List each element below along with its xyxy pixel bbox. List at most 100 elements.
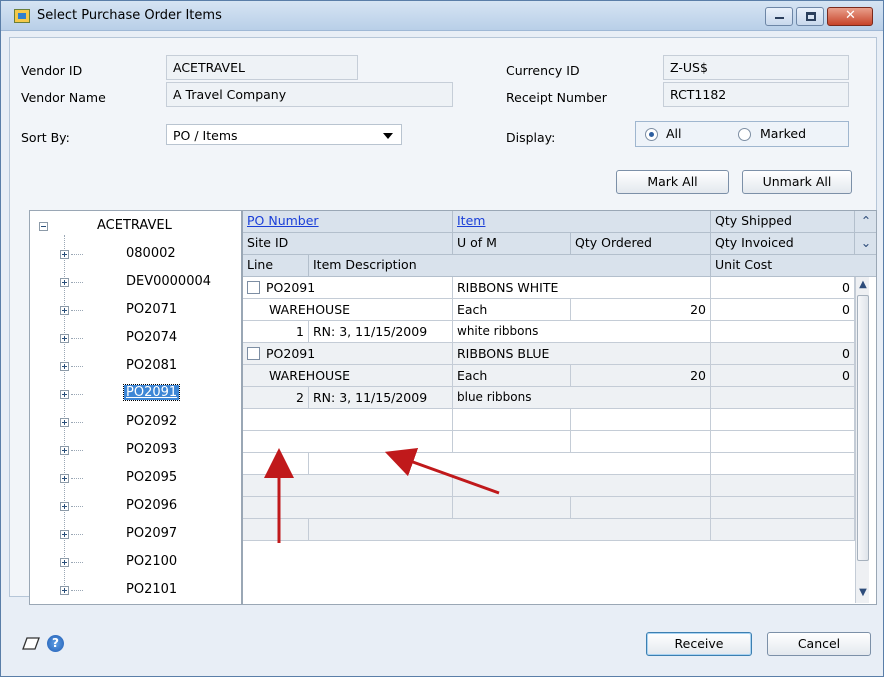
- expand-rows-icon[interactable]: ⌄: [855, 233, 876, 255]
- mark-checkbox[interactable]: [247, 281, 260, 294]
- empty-cell: [711, 475, 855, 497]
- qty-ordered-cell: 20: [571, 299, 711, 321]
- display-marked-radio[interactable]: [738, 128, 751, 141]
- expand-icon[interactable]: [60, 418, 69, 427]
- expand-icon[interactable]: [60, 586, 69, 595]
- help-icon[interactable]: ?: [47, 635, 64, 652]
- tree-connector: [71, 450, 83, 451]
- minimize-icon: [775, 17, 784, 19]
- empty-cell: [711, 519, 855, 541]
- tree-item[interactable]: PO2074: [126, 330, 177, 345]
- maximize-button[interactable]: [796, 7, 824, 26]
- mark-all-button[interactable]: Mark All: [616, 170, 729, 194]
- tree-root[interactable]: ACETRAVEL: [97, 218, 172, 233]
- po-tree: ACETRAVEL 080002 DEV0000004 PO2071 PO207…: [29, 210, 242, 605]
- unmark-all-button[interactable]: Unmark All: [742, 170, 852, 194]
- receipt-ref-cell: RN: 3, 11/15/2009: [309, 387, 453, 409]
- display-all-radio[interactable]: [645, 128, 658, 141]
- tree-connector: [71, 310, 83, 311]
- unit-cost-cell: [711, 321, 855, 343]
- receipt-number-label: Receipt Number: [506, 90, 607, 105]
- qty-invoiced-cell[interactable]: 0: [711, 365, 855, 387]
- u-of-m-header: U of M: [453, 233, 571, 255]
- expand-icon[interactable]: [60, 306, 69, 315]
- display-all-label: All: [666, 126, 682, 141]
- tree-item[interactable]: PO2092: [126, 414, 177, 429]
- cancel-button[interactable]: Cancel: [767, 632, 871, 656]
- scroll-thumb[interactable]: [857, 295, 869, 561]
- tree-item[interactable]: PO2101: [126, 582, 177, 597]
- tree-connector: [71, 590, 83, 591]
- sort-by-select[interactable]: PO / Items: [166, 124, 402, 145]
- tree-connector: [71, 282, 83, 283]
- empty-cell: [453, 409, 571, 431]
- scroll-up-icon[interactable]: ▲: [855, 277, 871, 295]
- collapse-icon[interactable]: [39, 222, 48, 231]
- qty-invoiced-header: Qty Invoiced: [711, 233, 855, 255]
- tree-item[interactable]: 080002: [126, 246, 176, 261]
- display-marked-label: Marked: [760, 126, 807, 141]
- chevron-down-icon: [383, 133, 393, 139]
- note-icon[interactable]: [21, 635, 41, 651]
- tree-item[interactable]: PO2093: [126, 442, 177, 457]
- receipt-ref-cell: RN: 3, 11/15/2009: [309, 321, 453, 343]
- receive-button[interactable]: Receive: [646, 632, 752, 656]
- empty-cell: [711, 409, 855, 431]
- collapse-rows-icon[interactable]: ⌃: [855, 211, 876, 233]
- expand-icon[interactable]: [60, 278, 69, 287]
- item-description-cell: blue ribbons: [453, 387, 711, 409]
- tree-item[interactable]: PO2095: [126, 470, 177, 485]
- tree-item-selected[interactable]: PO2091: [122, 384, 181, 401]
- expand-icon[interactable]: [60, 390, 69, 399]
- expand-icon[interactable]: [60, 530, 69, 539]
- close-icon: ✕: [845, 8, 856, 23]
- qty-shipped-header: Qty Shipped: [711, 211, 855, 233]
- po-number-header[interactable]: PO Number: [243, 211, 453, 233]
- scroll-down-icon[interactable]: ▼: [855, 585, 871, 603]
- maximize-icon: [806, 12, 816, 21]
- u-of-m-cell: Each: [453, 365, 571, 387]
- minimize-button[interactable]: [765, 7, 793, 26]
- tree-connector: [71, 366, 83, 367]
- expand-icon[interactable]: [60, 558, 69, 567]
- po-number-value: PO2091: [266, 280, 316, 295]
- expand-icon[interactable]: [60, 474, 69, 483]
- tree-item[interactable]: DEV0000004: [126, 274, 211, 289]
- qty-shipped-cell[interactable]: 0: [711, 277, 855, 299]
- empty-cell: [243, 409, 453, 431]
- item-description-cell: white ribbons: [453, 321, 711, 343]
- item-description-header: Item Description: [309, 255, 711, 277]
- tree-item[interactable]: PO2100: [126, 554, 177, 569]
- qty-invoiced-cell[interactable]: 0: [711, 299, 855, 321]
- table-row-po-cell[interactable]: PO2091: [243, 277, 453, 299]
- item-cell: RIBBONS BLUE: [453, 343, 711, 365]
- red-arrow-left: [384, 447, 500, 495]
- expand-icon[interactable]: [60, 250, 69, 259]
- expand-icon[interactable]: [60, 502, 69, 511]
- mark-checkbox[interactable]: [247, 347, 260, 360]
- grid-scrollbar[interactable]: ▲ ▼: [855, 277, 869, 603]
- item-cell: RIBBONS WHITE: [453, 277, 711, 299]
- empty-cell: [711, 431, 855, 453]
- po-number-value: PO2091: [266, 346, 316, 361]
- unit-cost-header: Unit Cost: [711, 255, 876, 277]
- title-bar: Select Purchase Order Items ✕: [1, 1, 883, 31]
- expand-icon[interactable]: [60, 362, 69, 371]
- line-cell: 1: [243, 321, 309, 343]
- line-header: Line: [243, 255, 309, 277]
- expand-icon[interactable]: [60, 334, 69, 343]
- item-header[interactable]: Item: [453, 211, 711, 233]
- table-row-po-cell[interactable]: PO2091: [243, 343, 453, 365]
- tree-item[interactable]: PO2081: [126, 358, 177, 373]
- qty-shipped-cell[interactable]: 0: [711, 343, 855, 365]
- tree-item[interactable]: PO2071: [126, 302, 177, 317]
- tree-item[interactable]: PO2097: [126, 526, 177, 541]
- empty-cell: [711, 453, 855, 475]
- select-po-items-window: Select Purchase Order Items ✕ Vendor ID …: [0, 0, 884, 677]
- tree-item[interactable]: PO2096: [126, 498, 177, 513]
- close-button[interactable]: ✕: [827, 7, 873, 26]
- site-id-header: Site ID: [243, 233, 453, 255]
- line-cell: 2: [243, 387, 309, 409]
- expand-icon[interactable]: [60, 446, 69, 455]
- sort-by-value: PO / Items: [173, 128, 238, 143]
